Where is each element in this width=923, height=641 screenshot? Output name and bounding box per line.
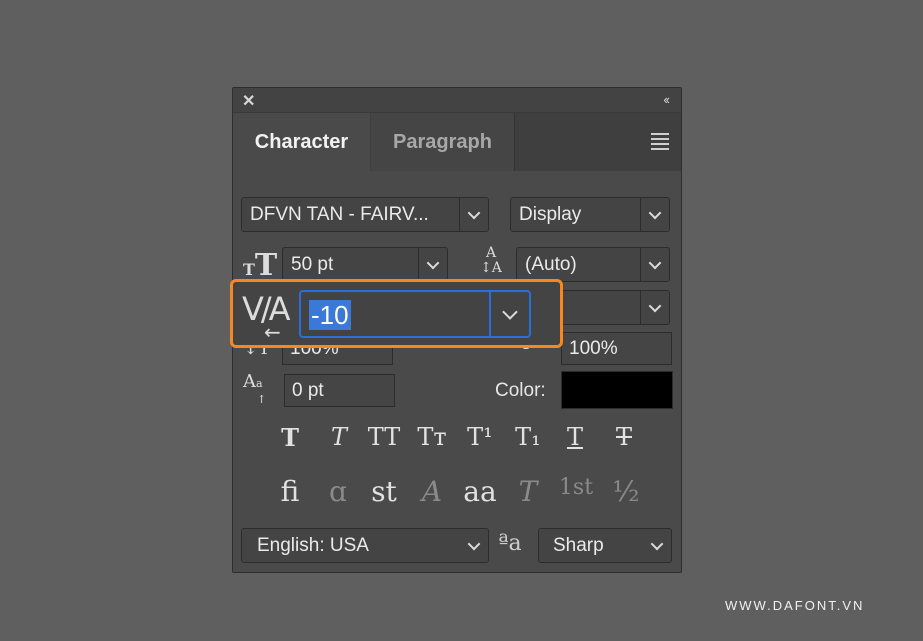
font-family-value: DFVN TAN - FAIRV...: [250, 203, 429, 225]
chevron-down-icon: [648, 206, 662, 220]
color-swatch[interactable]: [561, 371, 673, 409]
ligatures-icon[interactable]: fi: [270, 475, 310, 508]
fractions-icon[interactable]: ½: [606, 475, 646, 508]
strikethrough-icon[interactable]: T: [607, 423, 641, 451]
font-size-dropdown[interactable]: 50 pt: [282, 247, 448, 282]
font-size-arrow[interactable]: [418, 248, 447, 281]
hamburger-menu-icon[interactable]: [651, 133, 669, 153]
anti-aliasing-icon: ªa: [498, 531, 522, 556]
tab-divider: [514, 113, 515, 171]
superscript-icon[interactable]: T¹: [463, 423, 497, 451]
anti-aliasing-arrow[interactable]: [643, 529, 671, 562]
stylistic-alternates-icon[interactable]: aa: [460, 475, 500, 508]
horizontal-scale-value: 100%: [569, 337, 618, 359]
chevron-down-icon: [648, 256, 662, 270]
font-size-icon: TT: [243, 248, 278, 283]
tracking-value[interactable]: -10: [309, 300, 351, 330]
tracking-icon: V/A ←: [242, 290, 291, 344]
baseline-shift-field[interactable]: 0 pt: [284, 374, 395, 407]
language-dropdown[interactable]: English: USA: [241, 528, 489, 563]
kerning-arrow[interactable]: [640, 291, 669, 324]
chevron-down-icon: [648, 299, 662, 313]
discretionary-ligatures-icon[interactable]: st: [364, 475, 404, 508]
faux-bold-icon[interactable]: T: [273, 423, 307, 452]
subscript-icon[interactable]: T₁: [511, 423, 545, 451]
color-label: Color:: [495, 380, 546, 401]
baseline-shift-value: 0 pt: [292, 379, 324, 401]
chevron-down-icon: [650, 537, 664, 551]
titling-alternates-icon[interactable]: T: [508, 475, 548, 508]
faux-italic-icon[interactable]: T: [322, 423, 356, 451]
ordinals-icon[interactable]: 1st: [556, 475, 596, 500]
leading-dropdown[interactable]: (Auto): [516, 247, 670, 282]
watermark: WWW.DAFONT.VN: [725, 598, 865, 613]
tab-character[interactable]: Character: [233, 113, 370, 171]
underline-icon[interactable]: T: [558, 423, 592, 451]
chevron-down-icon: [502, 304, 518, 320]
swash-icon[interactable]: A: [412, 475, 452, 508]
kerning-dropdown[interactable]: [558, 290, 670, 325]
all-caps-icon[interactable]: TT: [367, 423, 401, 451]
close-icon[interactable]: ✕: [242, 91, 255, 111]
font-family-dropdown[interactable]: DFVN TAN - FAIRV...: [241, 197, 489, 232]
font-style-value: Display: [519, 203, 582, 225]
contextual-alternates-icon[interactable]: ɑ: [318, 475, 358, 508]
language-value: English: USA: [257, 534, 369, 556]
horizontal-scale-field[interactable]: 100%: [561, 332, 672, 365]
font-style-arrow[interactable]: [640, 198, 669, 231]
anti-aliasing-value: Sharp: [553, 534, 604, 556]
chevron-down-icon: [426, 256, 440, 270]
font-size-value: 50 pt: [291, 253, 334, 275]
baseline-shift-icon: Aa ↑: [243, 371, 267, 407]
panel-titlebar: ✕ ‹‹: [233, 88, 681, 113]
language-arrow[interactable]: [460, 529, 488, 562]
leading-icon: A ↕A: [480, 245, 502, 276]
leading-arrow[interactable]: [640, 248, 669, 281]
tab-paragraph[interactable]: Paragraph: [371, 113, 514, 171]
font-family-arrow[interactable]: [459, 198, 488, 231]
font-style-dropdown[interactable]: Display: [510, 197, 670, 232]
leading-value: (Auto): [525, 253, 577, 275]
small-caps-icon[interactable]: Tт: [415, 423, 449, 451]
tracking-arrow[interactable]: [489, 292, 529, 336]
chevron-down-icon: [467, 206, 481, 220]
collapse-icon[interactable]: ‹‹: [663, 92, 670, 107]
anti-aliasing-dropdown[interactable]: Sharp: [538, 528, 672, 563]
tracking-input[interactable]: -10: [299, 290, 531, 338]
tab-bar: Character Paragraph: [233, 113, 681, 171]
chevron-down-icon: [467, 537, 481, 551]
